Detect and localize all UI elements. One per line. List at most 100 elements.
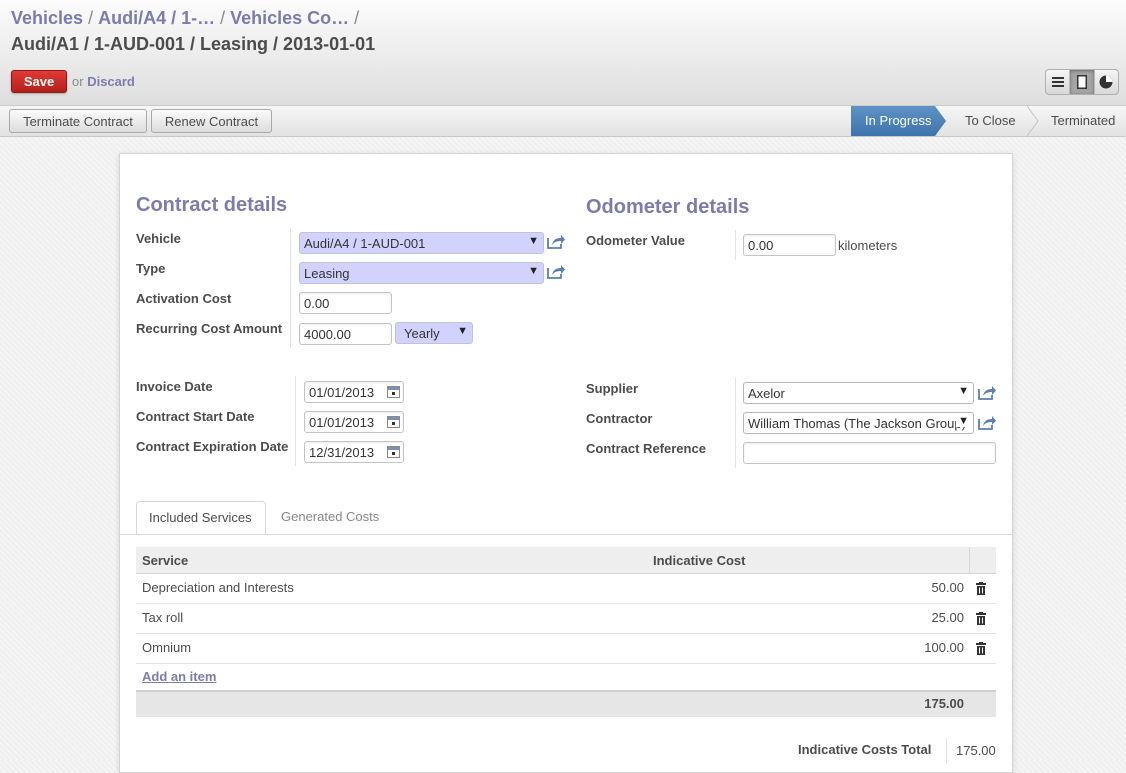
odometer-value-input[interactable]: 0.00 (743, 234, 836, 256)
contract-expiration-date-label: Contract Expiration Date (136, 439, 289, 454)
stage-separator-icon (1027, 106, 1039, 136)
vehicle-value: Audi/A4 / 1-AUD-001 (304, 236, 426, 251)
calendar-icon[interactable] (387, 386, 400, 398)
table-row[interactable]: Depreciation and Interests 50.00 (136, 574, 996, 604)
recurring-frequency-value: Yearly (404, 326, 440, 341)
type-label: Type (136, 261, 166, 276)
contract-expiration-date-input[interactable]: 12/31/2013 (304, 441, 404, 463)
list-view-icon[interactable] (1046, 70, 1071, 94)
or-text: or (72, 74, 84, 89)
invoice-date-input[interactable]: 01/01/2013 (304, 381, 404, 403)
contractor-value: William Thomas (The Jackson Group) (748, 416, 966, 431)
tab-divider (120, 534, 1012, 535)
breadcrumb-item-vehicles[interactable]: Vehicles (11, 8, 83, 29)
breadcrumb: Vehicles / Audi/A4 / 1-… / Vehicles Co… / (11, 8, 364, 29)
chevron-down-icon: ▼ (958, 385, 969, 397)
table-row[interactable]: Tax roll 25.00 (136, 604, 996, 634)
field-divider (735, 378, 736, 468)
tab-generated-costs[interactable]: Generated Costs (269, 501, 391, 535)
contract-reference-input[interactable] (743, 442, 996, 464)
form-view-icon[interactable] (1070, 70, 1095, 94)
odometer-details-title: Odometer details (586, 196, 750, 218)
external-link-icon[interactable] (546, 234, 566, 250)
calendar-icon[interactable] (387, 446, 400, 458)
invoice-date-value: 01/01/2013 (309, 385, 375, 400)
chevron-down-icon: ▼ (457, 325, 468, 337)
contract-expiration-date-value: 12/31/2013 (309, 445, 375, 460)
column-header-service[interactable]: Service (142, 553, 188, 568)
save-button[interactable]: Save (11, 70, 67, 93)
service-cost: 100.00 (924, 640, 964, 655)
field-divider (295, 376, 296, 466)
supplier-value: Axelor (748, 386, 785, 401)
stage-in-progress[interactable]: In Progress (851, 106, 946, 136)
indicative-costs-total-label: Indicative Costs Total (798, 742, 932, 757)
trash-icon[interactable] (976, 642, 986, 655)
table-row[interactable]: Omnium 100.00 (136, 634, 996, 664)
service-name: Depreciation and Interests (142, 580, 294, 595)
contract-start-date-input[interactable]: 01/01/2013 (304, 411, 404, 433)
service-name: Omnium (142, 640, 192, 655)
breadcrumb-separator: / (220, 8, 226, 28)
supplier-select[interactable]: Axelor ▼ (743, 382, 974, 404)
odometer-unit: kilometers (838, 238, 898, 253)
contract-start-date-label: Contract Start Date (136, 409, 255, 424)
chevron-down-icon: ▼ (528, 235, 539, 247)
recurring-cost-input[interactable]: 4000.00 (299, 323, 392, 345)
discard-link[interactable]: Discard (87, 74, 135, 89)
field-divider (735, 230, 736, 260)
renew-contract-button[interactable]: Renew Contract (151, 109, 272, 133)
table-footer: 175.00 (136, 690, 996, 717)
external-link-icon[interactable] (546, 264, 566, 280)
stage-terminated[interactable]: Terminated (1051, 106, 1115, 136)
vehicle-select[interactable]: Audi/A4 / 1-AUD-001 ▼ (299, 232, 544, 254)
discard-area: or Discard (72, 74, 135, 89)
trash-icon[interactable] (976, 582, 986, 595)
external-link-icon[interactable] (977, 415, 997, 431)
terminate-contract-button[interactable]: Terminate Contract (9, 109, 147, 133)
indicative-costs-total-value: 175.00 (956, 743, 996, 758)
chevron-down-icon: ▼ (528, 265, 539, 277)
service-name: Tax roll (142, 610, 184, 625)
calendar-icon[interactable] (387, 416, 400, 428)
statusbar: Terminate Contract Renew Contract In Pro… (0, 106, 1126, 137)
breadcrumb-item-vehicle[interactable]: Audi/A4 / 1-… (98, 8, 215, 29)
contract-start-date-value: 01/01/2013 (309, 415, 375, 430)
add-item-link[interactable]: Add an item (142, 669, 216, 684)
external-link-icon[interactable] (977, 385, 997, 401)
contractor-label: Contractor (586, 411, 653, 426)
breadcrumb-separator: / (88, 8, 94, 28)
graph-view-icon[interactable] (1095, 70, 1118, 94)
table-header: Service Indicative Cost (136, 547, 996, 574)
invoice-date-label: Invoice Date (136, 379, 213, 394)
type-select[interactable]: Leasing ▼ (299, 262, 544, 284)
breadcrumb-separator: / (354, 8, 360, 28)
service-cost: 25.00 (931, 610, 964, 625)
activation-cost-input[interactable]: 0.00 (299, 292, 392, 314)
column-header-indicative-cost[interactable]: Indicative Cost (653, 553, 745, 568)
field-divider (290, 228, 291, 348)
contract-reference-label: Contract Reference (586, 441, 706, 456)
form-sheet: Contract details Vehicle Type Activation… (119, 153, 1013, 773)
column-divider (969, 547, 970, 574)
tab-included-services[interactable]: Included Services (136, 501, 266, 535)
contractor-select[interactable]: William Thomas (The Jackson Group) ▼ (743, 412, 974, 434)
odometer-value-label: Odometer Value (586, 233, 685, 248)
recurring-frequency-select[interactable]: Yearly ▼ (395, 322, 473, 344)
table-footer-total: 175.00 (924, 696, 964, 711)
type-value: Leasing (304, 266, 350, 281)
activation-cost-label: Activation Cost (136, 291, 232, 306)
chevron-down-icon: ▼ (956, 415, 969, 427)
page-title: Audi/A1 / 1-AUD-001 / Leasing / 2013-01-… (11, 34, 376, 54)
field-divider (946, 738, 947, 764)
vehicle-label: Vehicle (136, 231, 181, 246)
supplier-label: Supplier (586, 381, 639, 396)
contract-details-title: Contract details (136, 194, 288, 216)
stage-to-close[interactable]: To Close (965, 106, 1016, 136)
control-panel: Vehicles / Audi/A4 / 1-… / Vehicles Co… / Aud… (0, 0, 1126, 106)
breadcrumb-item-vehicle-contracts[interactable]: Vehicles Co… (230, 8, 349, 29)
trash-icon[interactable] (976, 612, 986, 625)
view-switcher (1045, 69, 1119, 95)
recurring-cost-label: Recurring Cost Amount (136, 321, 283, 336)
service-cost: 50.00 (931, 580, 964, 595)
